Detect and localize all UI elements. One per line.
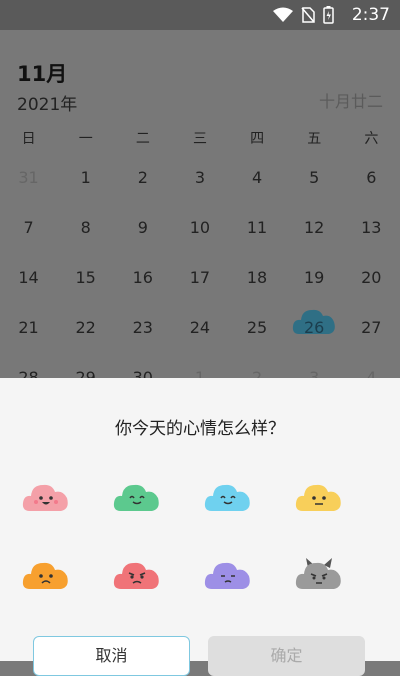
wifi-icon (273, 7, 293, 22)
day-cell[interactable]: 3 (171, 168, 228, 218)
day-cell-selected[interactable]: 26 (286, 309, 343, 368)
day-cell[interactable]: 17 (171, 268, 228, 318)
day-cell[interactable]: 24 (171, 318, 228, 368)
mood-option-upset[interactable] (182, 556, 273, 634)
status-bar: 2:37 (0, 0, 400, 30)
day-cell[interactable]: 11 (229, 218, 286, 268)
day-cell[interactable]: 23 (114, 318, 171, 368)
day-label-selected: 26 (304, 318, 325, 337)
mood-grid (0, 478, 400, 634)
mood-row (0, 556, 400, 634)
weekday-label: 二 (135, 131, 150, 147)
mood-option-smile-green[interactable] (91, 478, 182, 556)
week-row: 14 15 16 17 18 19 20 (0, 268, 400, 318)
weekday-label: 六 (364, 131, 379, 147)
smile-cloud-icon (113, 484, 159, 511)
mood-option-happy[interactable] (0, 478, 91, 556)
day-cell[interactable]: 25 (229, 318, 286, 368)
day-cell[interactable]: 27 (343, 318, 400, 368)
sad-cloud-icon (22, 562, 68, 589)
day-cell[interactable]: 14 (0, 268, 57, 318)
status-time: 2:37 (351, 5, 390, 25)
happy-cloud-icon (22, 484, 68, 511)
day-cell[interactable]: 21 (0, 318, 57, 368)
mood-option-devil[interactable] (273, 556, 364, 634)
mood-question: 你今天的心情怎么样？ (115, 419, 285, 439)
day-cell[interactable]: 8 (57, 218, 114, 268)
neutral-cloud-icon (295, 484, 341, 511)
day-cell[interactable]: 15 (57, 268, 114, 318)
cancel-button[interactable]: 取消 (33, 636, 190, 676)
day-cell[interactable]: 6 (343, 168, 400, 218)
day-cell[interactable]: 16 (114, 268, 171, 318)
devil-cloud-icon (295, 558, 341, 589)
day-cell[interactable]: 18 (229, 268, 286, 318)
day-cell[interactable]: 20 (343, 268, 400, 318)
day-cell[interactable]: 4 (229, 168, 286, 218)
day-cell[interactable]: 10 (171, 218, 228, 268)
weekday-label: 五 (307, 131, 322, 147)
day-cell[interactable]: 5 (286, 168, 343, 218)
day-cell[interactable]: 9 (114, 218, 171, 268)
day-cell[interactable]: 2 (114, 168, 171, 218)
weekday-header: 日 一 二 三 四 五 六 (0, 128, 400, 148)
day-cell[interactable]: 31 (0, 168, 57, 218)
no-sim-icon (301, 7, 315, 23)
mood-bottom-sheet: 你今天的心情怎么样？ 取消 确定 (0, 378, 400, 676)
year-label: 2021年 (17, 95, 78, 115)
battery-icon (323, 6, 334, 24)
mood-option-angry[interactable] (91, 556, 182, 634)
week-row: 21 22 23 24 25 26 27 (0, 309, 400, 368)
angry-cloud-icon (113, 562, 159, 589)
smile-cloud-icon (204, 484, 250, 511)
day-cell[interactable]: 12 (286, 218, 343, 268)
day-cell[interactable]: 1 (57, 168, 114, 218)
day-cell[interactable]: 22 (57, 318, 114, 368)
day-cell[interactable]: 13 (343, 218, 400, 268)
weekday-label: 三 (192, 131, 207, 147)
day-cell[interactable]: 7 (0, 218, 57, 268)
lunar-date: 十月廿二 (318, 92, 383, 111)
week-row: 31 1 2 3 4 5 6 (0, 168, 400, 218)
week-row: 7 8 9 10 11 12 13 (0, 218, 400, 268)
weekday-label: 一 (78, 131, 93, 147)
weekday-label: 日 (21, 131, 36, 147)
mood-row (0, 478, 400, 556)
month-title: 11月 (17, 62, 68, 86)
mood-option-sad[interactable] (0, 556, 91, 634)
mood-option-neutral[interactable] (273, 478, 364, 556)
mood-option-smile-blue[interactable] (182, 478, 273, 556)
weekday-label: 四 (250, 131, 265, 147)
confirm-button[interactable]: 确定 (208, 636, 365, 676)
upset-cloud-icon (204, 562, 250, 589)
status-icons (273, 6, 334, 24)
